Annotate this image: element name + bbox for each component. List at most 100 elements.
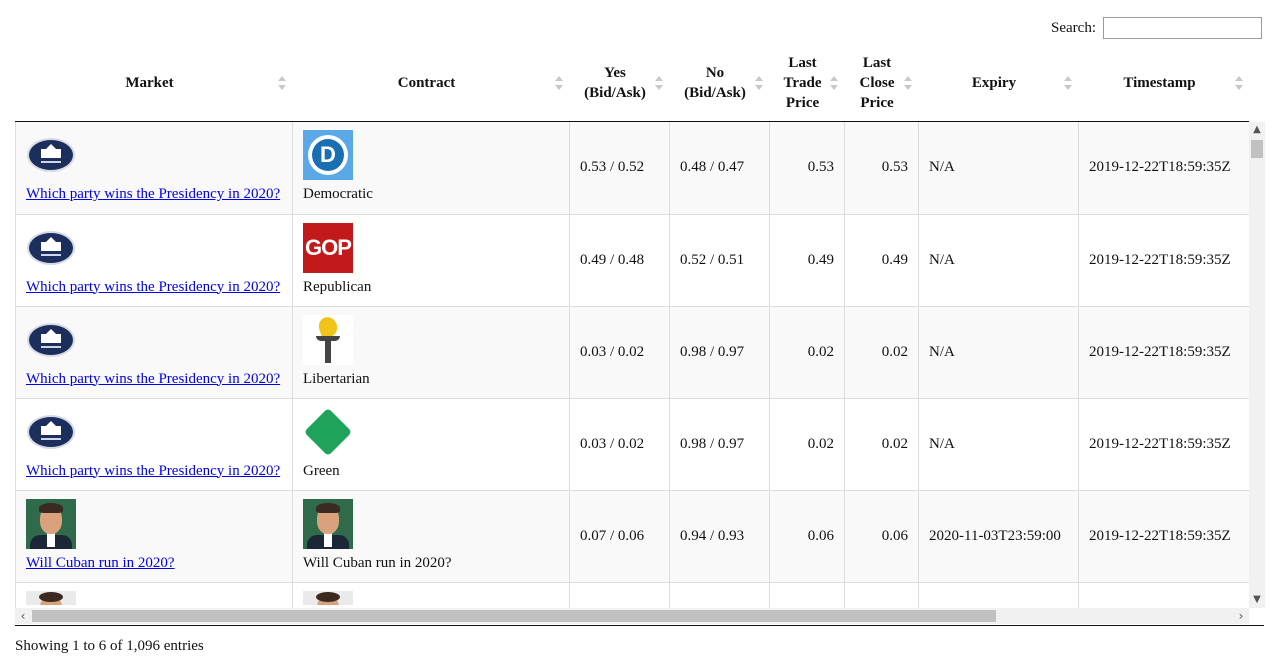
- no-bid-ask: 0.48 / 0.47: [669, 122, 770, 215]
- last-close-price: 0.06: [844, 490, 919, 583]
- market-cell: [15, 582, 293, 608]
- timestamp: 2019-12-22T18:59:35Z: [1078, 306, 1249, 399]
- white-house-seal-icon: [26, 130, 76, 180]
- last-trade-price: [769, 582, 845, 608]
- table-info: Showing 1 to 6 of 1,096 entries: [15, 638, 204, 654]
- scroll-up-icon[interactable]: ▲: [1249, 122, 1265, 138]
- no-bid-ask: [669, 582, 770, 608]
- scroll-down-icon[interactable]: ▼: [1249, 592, 1265, 608]
- column-header-yes[interactable]: Yes (Bid/Ask): [569, 45, 669, 121]
- search-input[interactable]: [1103, 17, 1262, 39]
- sort-icon: [555, 76, 563, 90]
- sort-icon: [904, 76, 912, 90]
- search-label: Search:: [1051, 19, 1096, 36]
- market-cell: Which party wins the Presidency in 2020?: [15, 398, 293, 491]
- column-header-last-close[interactable]: Last Close Price: [844, 45, 918, 121]
- no-bid-ask: 0.98 / 0.97: [669, 398, 770, 491]
- contract-name: Will Cuban run in 2020?: [303, 554, 452, 571]
- expiry: N/A: [918, 122, 1079, 215]
- timestamp: [1078, 582, 1249, 608]
- expiry: N/A: [918, 306, 1079, 399]
- last-trade-price: 0.49: [769, 214, 845, 307]
- market-link[interactable]: Which party wins the Presidency in 2020?: [26, 463, 280, 479]
- person-photo-icon: [26, 590, 76, 605]
- timestamp: 2019-12-22T18:59:35Z: [1078, 398, 1249, 491]
- person-photo-icon: [26, 498, 76, 549]
- search-box: Search:: [1051, 17, 1262, 39]
- scroll-left-icon[interactable]: ‹: [15, 608, 31, 624]
- table-row: Which party wins the Presidency in 2020?…: [15, 214, 1249, 307]
- column-header-expiry[interactable]: Expiry: [918, 45, 1078, 121]
- table-header: Market Contract Yes (Bid/Ask) No (Bid/As…: [15, 45, 1249, 122]
- democratic-logo-icon: D: [303, 130, 353, 180]
- sort-icon: [830, 76, 838, 90]
- column-header-timestamp[interactable]: Timestamp: [1078, 45, 1249, 121]
- market-cell: Which party wins the Presidency in 2020?: [15, 214, 293, 307]
- table-row: Will Cuban run in 2020? Will Cuban run i…: [15, 490, 1249, 583]
- yes-bid-ask: 0.03 / 0.02: [569, 306, 670, 399]
- expiry: N/A: [918, 398, 1079, 491]
- table-row: [15, 582, 1249, 608]
- green-diamond-icon: [303, 407, 353, 457]
- white-house-seal-icon: [26, 407, 76, 457]
- contract-cell: GOP Republican: [292, 214, 570, 307]
- last-close-price: 0.02: [844, 306, 919, 399]
- person-photo-icon: [303, 498, 353, 549]
- no-bid-ask: 0.52 / 0.51: [669, 214, 770, 307]
- yes-bid-ask: 0.03 / 0.02: [569, 398, 670, 491]
- last-trade-price: 0.53: [769, 122, 845, 215]
- scroll-right-icon[interactable]: ›: [1233, 608, 1249, 624]
- last-trade-price: 0.02: [769, 398, 845, 491]
- yes-bid-ask: [569, 582, 670, 608]
- table-row: Which party wins the Presidency in 2020?…: [15, 122, 1249, 215]
- last-close-price: [844, 582, 919, 608]
- contract-cell: Libertarian: [292, 306, 570, 399]
- last-close-price: 0.02: [844, 398, 919, 491]
- yes-bid-ask: 0.49 / 0.48: [569, 214, 670, 307]
- table-bottom-border: [15, 625, 1264, 626]
- white-house-seal-icon: [26, 223, 76, 273]
- libertarian-torch-icon: [303, 314, 353, 365]
- last-close-price: 0.53: [844, 122, 919, 215]
- last-close-price: 0.49: [844, 214, 919, 307]
- table-body-scroll[interactable]: Which party wins the Presidency in 2020?…: [15, 122, 1249, 608]
- gop-logo-icon: GOP: [303, 222, 353, 273]
- last-trade-price: 0.06: [769, 490, 845, 583]
- contract-name: Democratic: [303, 186, 373, 202]
- market-link[interactable]: Will Cuban run in 2020?: [26, 555, 175, 571]
- sort-icon: [655, 76, 663, 90]
- sort-icon: [755, 76, 763, 90]
- market-link[interactable]: Which party wins the Presidency in 2020?: [26, 279, 280, 295]
- column-header-market[interactable]: Market: [15, 45, 292, 121]
- column-header-no[interactable]: No (Bid/Ask): [669, 45, 769, 121]
- person-photo-icon: [303, 590, 353, 605]
- expiry: N/A: [918, 214, 1079, 307]
- table-row: Which party wins the Presidency in 2020?…: [15, 398, 1249, 491]
- timestamp: 2019-12-22T18:59:35Z: [1078, 214, 1249, 307]
- timestamp: 2019-12-22T18:59:35Z: [1078, 490, 1249, 583]
- contract-cell: [292, 582, 570, 608]
- contract-cell: Will Cuban run in 2020?: [292, 490, 570, 583]
- vertical-scroll-thumb[interactable]: [1251, 140, 1263, 158]
- timestamp: 2019-12-22T18:59:35Z: [1078, 122, 1249, 215]
- sort-icon: [1235, 76, 1243, 90]
- column-header-last-trade[interactable]: Last Trade Price: [769, 45, 844, 121]
- contract-name: Green: [303, 462, 340, 479]
- column-header-contract[interactable]: Contract: [292, 45, 569, 121]
- market-link[interactable]: Which party wins the Presidency in 2020?: [26, 371, 280, 387]
- vertical-scrollbar[interactable]: ▲ ▼: [1249, 122, 1265, 608]
- contract-cell: Green: [292, 398, 570, 491]
- white-house-seal-icon: [26, 315, 76, 365]
- horizontal-scrollbar[interactable]: ‹ ›: [15, 608, 1249, 624]
- horizontal-scroll-thumb[interactable]: [32, 610, 996, 622]
- market-cell: Which party wins the Presidency in 2020?: [15, 306, 293, 399]
- expiry: [918, 582, 1079, 608]
- market-link[interactable]: Which party wins the Presidency in 2020?: [26, 186, 280, 202]
- sort-icon: [1064, 76, 1072, 90]
- contract-name: Republican: [303, 278, 372, 295]
- yes-bid-ask: 0.53 / 0.52: [569, 122, 670, 215]
- market-cell: Which party wins the Presidency in 2020?: [15, 122, 293, 215]
- table-row: Which party wins the Presidency in 2020?…: [15, 306, 1249, 399]
- market-cell: Will Cuban run in 2020?: [15, 490, 293, 583]
- contract-cell: D Democratic: [292, 122, 570, 215]
